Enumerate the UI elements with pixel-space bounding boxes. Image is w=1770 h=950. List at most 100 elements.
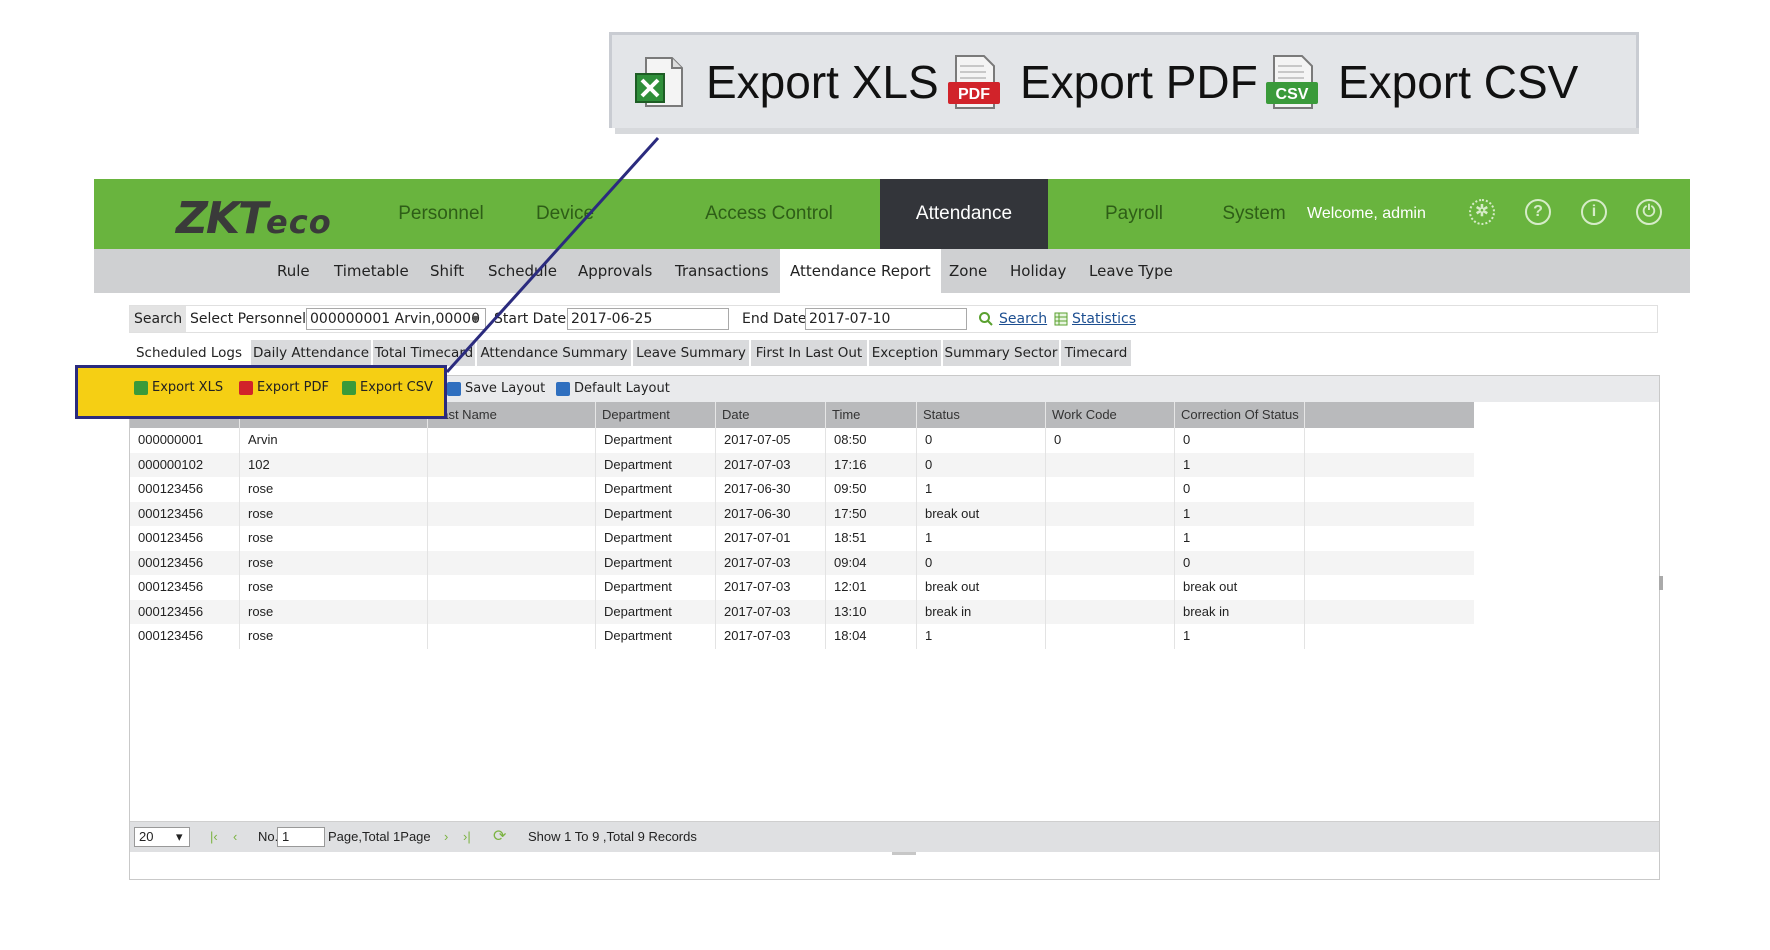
nav-system[interactable]: System	[1204, 179, 1304, 249]
table-cell: Department	[596, 550, 716, 575]
table-row[interactable]: 000123456 rose Department 2017-07-03 13:10 br…	[130, 599, 1474, 624]
export-pdf-button[interactable]: Export PDF	[239, 375, 329, 401]
sub-nav-bar: Rule Timetable Shift Schedule Approvals …	[94, 249, 1690, 293]
table-cell: 1	[917, 526, 1046, 551]
table-cell: 0	[1175, 550, 1305, 575]
table-cell: 000000102	[130, 452, 240, 477]
refresh-icon[interactable]: ⟳	[493, 822, 506, 852]
csv-icon	[342, 381, 356, 395]
tab-exception[interactable]: Exception	[869, 340, 941, 366]
table-cell: 17:50	[826, 501, 917, 526]
start-date-label: Start Date	[494, 311, 567, 327]
pager-bar: 20 ▾ |‹ ‹ No. 1 Page,Total 1Page › ›| ⟳ …	[130, 821, 1659, 852]
subnav-timetable[interactable]: Timetable	[334, 249, 409, 293]
tab-timecard[interactable]: Timecard	[1061, 340, 1131, 366]
nav-device[interactable]: Device	[515, 179, 615, 249]
table-cell	[1046, 624, 1175, 649]
tab-leave-summary[interactable]: Leave Summary	[633, 340, 749, 366]
select-personnel-field[interactable]: 000000001 Arvin,00000	[306, 308, 486, 330]
nav-access-control[interactable]: Access Control	[689, 179, 849, 249]
column-work-code[interactable]: Work Code	[1046, 402, 1175, 428]
subnav-zone[interactable]: Zone	[949, 249, 987, 293]
power-icon[interactable]: ⏻	[1636, 199, 1662, 225]
table-cell: 2017-07-03	[716, 599, 826, 624]
subnav-schedule[interactable]: Schedule	[488, 249, 557, 293]
info-icon[interactable]: i	[1581, 199, 1607, 225]
callout-export-csv-button[interactable]: CSV Export CSV	[1264, 49, 1578, 115]
column-last-name[interactable]: Last Name	[428, 402, 596, 428]
search-link[interactable]: Search	[999, 306, 1047, 332]
table-cell: Department	[596, 477, 716, 502]
end-date-field[interactable]: 2017-07-10	[805, 308, 967, 330]
subnav-attendance-report[interactable]: Attendance Report	[780, 249, 941, 293]
table-row[interactable]: 000123456 rose Department 2017-07-03 18:04 1 1	[130, 624, 1474, 649]
search-label: Search	[130, 306, 187, 332]
column-correction-of-status[interactable]: Correction Of Status	[1175, 402, 1305, 428]
help-icon[interactable]: ?	[1525, 199, 1551, 225]
tab-summary-sector[interactable]: Summary Sector	[943, 340, 1059, 366]
table-cell: 0	[1175, 428, 1305, 453]
callout-export-pdf-label: Export PDF	[1020, 56, 1258, 108]
column-date[interactable]: Date	[716, 402, 826, 428]
table-cell: Department	[596, 452, 716, 477]
vertical-scrollbar[interactable]	[1659, 576, 1663, 590]
next-page-icon[interactable]: ›	[444, 822, 448, 852]
export-csv-button[interactable]: Export CSV	[342, 375, 433, 401]
subnav-rule[interactable]: Rule	[277, 249, 310, 293]
subnav-leave-type[interactable]: Leave Type	[1089, 249, 1173, 293]
nav-attendance[interactable]: Attendance	[880, 179, 1048, 249]
tab-daily-attendance[interactable]: Daily Attendance	[251, 340, 371, 366]
subnav-approvals[interactable]: Approvals	[578, 249, 652, 293]
column-time[interactable]: Time	[826, 402, 917, 428]
page-size-dropdown-icon[interactable]: ▾	[176, 822, 183, 852]
subnav-transactions[interactable]: Transactions	[675, 249, 769, 293]
tab-scheduled-logs[interactable]: Scheduled Logs	[129, 340, 249, 366]
column-status[interactable]: Status	[917, 402, 1046, 428]
subnav-shift[interactable]: Shift	[430, 249, 464, 293]
page-number-input[interactable]: 1	[277, 827, 325, 847]
callout-export-xls-button[interactable]: Export XLS	[632, 49, 939, 115]
table-cell: rose	[240, 624, 428, 649]
table-cell: 18:51	[826, 526, 917, 551]
first-page-icon[interactable]: |‹	[210, 822, 218, 852]
subnav-holiday[interactable]: Holiday	[1010, 249, 1066, 293]
default-layout-label: Default Layout	[574, 381, 670, 396]
table-row[interactable]: 000000001 Arvin Department 2017-07-05 08:50 0…	[130, 428, 1474, 453]
table-cell: 17:16	[826, 452, 917, 477]
table-cell: 2017-07-03	[716, 452, 826, 477]
personnel-dropdown-icon[interactable]: ▾	[472, 306, 479, 332]
settings-icon[interactable]: ✲	[1469, 199, 1495, 225]
table-row[interactable]: 000123456 rose Department 2017-06-30 17:50 br…	[130, 501, 1474, 526]
column-department[interactable]: Department	[596, 402, 716, 428]
table-cell: 1	[1175, 501, 1305, 526]
callout-export-pdf-button[interactable]: PDF Export PDF	[946, 49, 1258, 115]
table-row[interactable]: 000123456 rose Department 2017-07-01 18:51 1 1	[130, 526, 1474, 551]
table-row[interactable]: 000123456 rose Department 2017-07-03 09:04 0 0	[130, 550, 1474, 575]
table-cell	[428, 575, 596, 600]
table-row[interactable]: 000000102 102 Department 2017-07-03 17:16 0 1	[130, 452, 1474, 477]
start-date-field[interactable]: 2017-06-25	[567, 308, 729, 330]
table-cell: 2017-06-30	[716, 477, 826, 502]
table-cell	[428, 599, 596, 624]
callout-base-line	[615, 128, 1639, 134]
resize-grip[interactable]	[892, 852, 916, 855]
nav-payroll[interactable]: Payroll	[1079, 179, 1189, 249]
table-cell: 2017-07-03	[716, 624, 826, 649]
save-layout-button[interactable]: Save Layout	[447, 376, 545, 402]
statistics-icon[interactable]	[1054, 306, 1068, 332]
table-cell: 08:50	[826, 428, 917, 453]
tab-attendance-summary[interactable]: Attendance Summary	[477, 340, 631, 366]
default-layout-button[interactable]: Default Layout	[556, 376, 670, 402]
table-row[interactable]: 000123456 rose Department 2017-07-03 12:01 br…	[130, 575, 1474, 600]
top-nav-bar: ZKTeco Personnel Device Access Control A…	[94, 179, 1690, 249]
table-row[interactable]: 000123456 rose Department 2017-06-30 09:50 1 0	[130, 477, 1474, 502]
table-cell: 2017-07-03	[716, 575, 826, 600]
last-page-icon[interactable]: ›|	[463, 822, 471, 852]
search-icon[interactable]	[978, 306, 994, 332]
tab-first-in-last-out[interactable]: First In Last Out	[751, 340, 867, 366]
prev-page-icon[interactable]: ‹	[233, 822, 237, 852]
export-xls-button[interactable]: Export XLS	[134, 375, 223, 401]
tab-total-timecard[interactable]: Total Timecard	[373, 340, 475, 366]
statistics-link[interactable]: Statistics	[1072, 306, 1136, 332]
nav-personnel[interactable]: Personnel	[377, 179, 505, 249]
